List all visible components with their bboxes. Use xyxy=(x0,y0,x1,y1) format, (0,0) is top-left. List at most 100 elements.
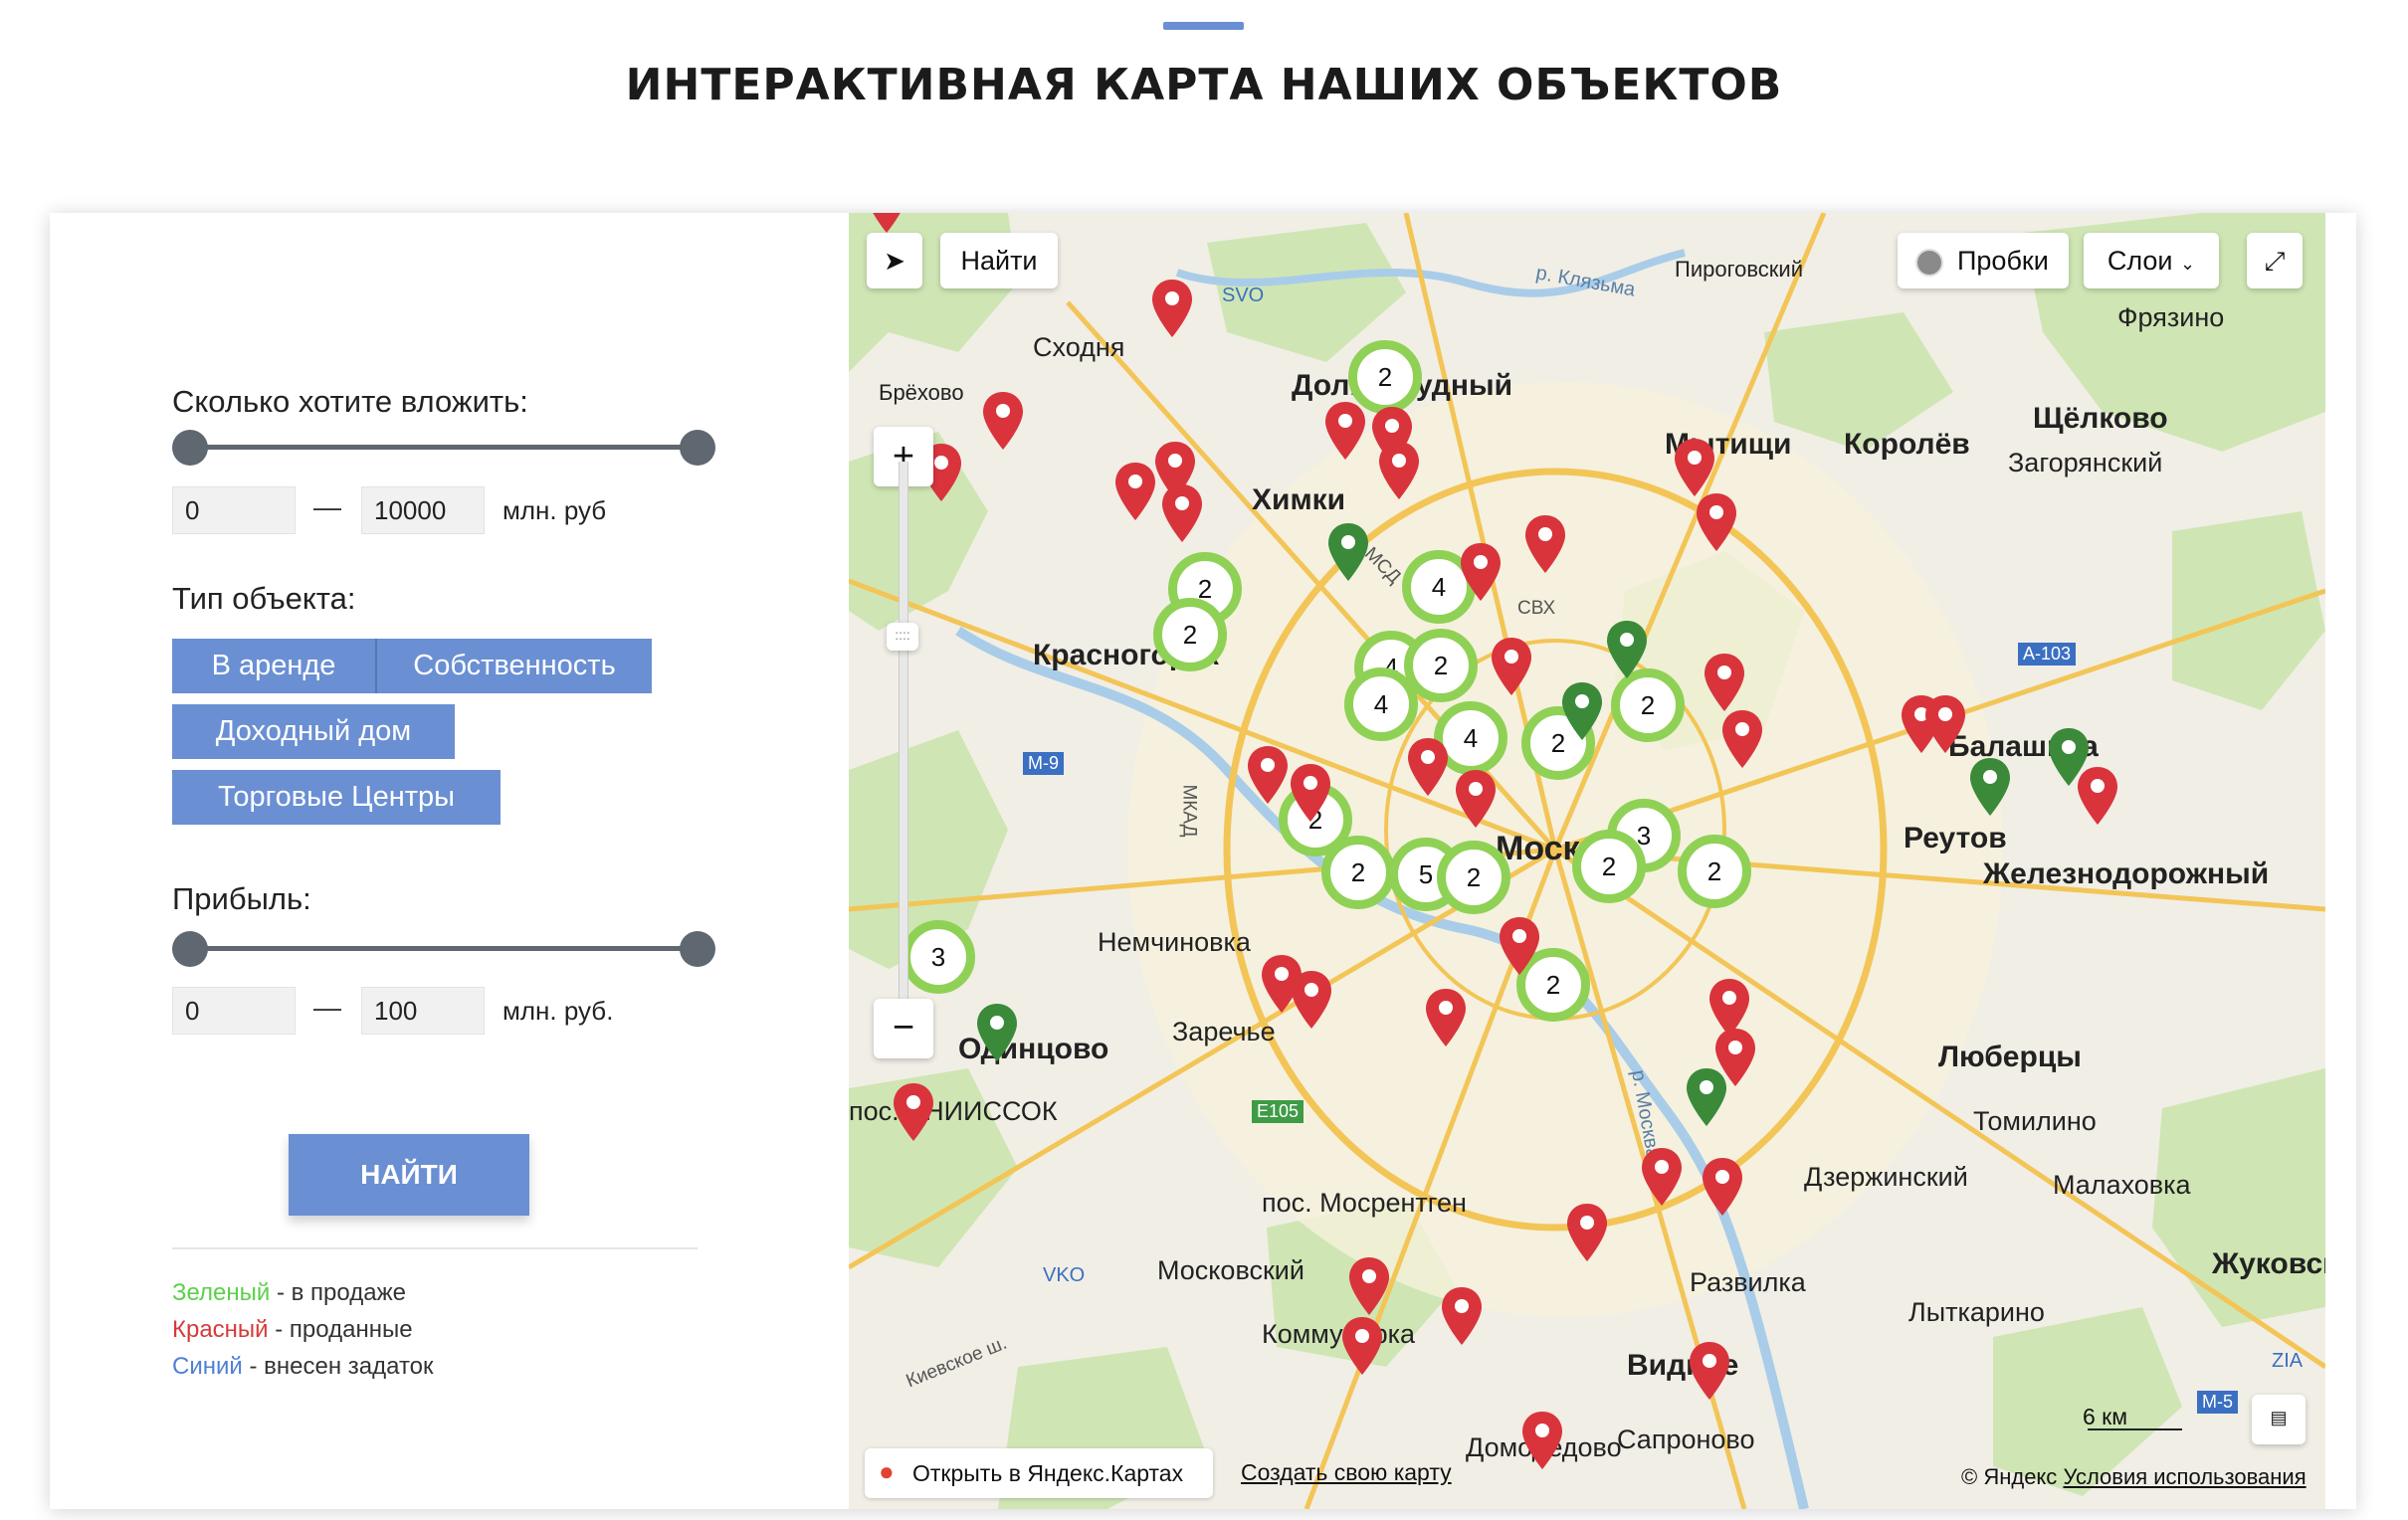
for-sale-object-pin[interactable] xyxy=(1605,619,1649,680)
place-lyubertsy: Люберцы xyxy=(1938,1041,2082,1073)
cluster-marker[interactable]: 4 xyxy=(1344,667,1418,741)
for-sale-object-pin[interactable] xyxy=(1560,680,1604,742)
sold-object-pin[interactable] xyxy=(981,390,1025,452)
place-moskovsky: Московский xyxy=(1157,1255,1304,1285)
page-title: ИНТЕРАКТИВНАЯ КАРТА НАШИХ ОБЪЕКТОВ xyxy=(625,60,1783,110)
sold-object-pin[interactable] xyxy=(1673,437,1716,498)
sold-object-pin[interactable] xyxy=(1290,969,1333,1031)
profit-range-slider[interactable] xyxy=(172,931,715,967)
road-e105-label: E105 xyxy=(1252,1100,1304,1123)
road-a103-label: A-103 xyxy=(2018,643,2077,665)
expand-icon: ⤢ xyxy=(2264,246,2286,276)
filter-panel: Сколько хотите вложить: — млн. руб Тип о… xyxy=(50,213,849,1509)
place-mosrentgen: пос. Мосрентген xyxy=(1262,1188,1467,1218)
legend-green: Зеленый - в продаже xyxy=(172,1279,406,1307)
invest-slider-track xyxy=(190,445,698,450)
sold-object-pin[interactable] xyxy=(1424,987,1468,1048)
profit-unit: млн. руб. xyxy=(502,996,614,1026)
place-khimki: Химки xyxy=(1252,483,1346,516)
sold-object-pin[interactable] xyxy=(1523,513,1567,575)
legend-blue-word: Синий xyxy=(172,1353,243,1380)
layers-dropdown[interactable]: Слои ⌄ xyxy=(2084,233,2219,288)
sold-object-pin[interactable] xyxy=(1720,708,1764,770)
open-in-yandex-maps-button[interactable]: ● Открыть в Яндекс.Картах xyxy=(865,1448,1213,1498)
sold-object-pin[interactable] xyxy=(1289,762,1332,824)
invest-slider-max-handle[interactable] xyxy=(680,430,715,466)
sold-object-pin[interactable] xyxy=(1377,440,1421,501)
place-zheleznodorozhny: Железнодорожный xyxy=(1983,857,2270,890)
search-button[interactable]: НАЙТИ xyxy=(289,1134,529,1216)
for-sale-object-pin[interactable] xyxy=(1685,1066,1728,1128)
sold-object-pin[interactable] xyxy=(1688,1340,1731,1402)
open-in-yandex-maps-label: Открыть в Яндекс.Картах xyxy=(912,1460,1184,1486)
invest-slider-min-handle[interactable] xyxy=(172,430,208,466)
for-sale-object-pin[interactable] xyxy=(975,1002,1019,1063)
terms-link[interactable]: Условия использования xyxy=(2063,1464,2306,1489)
sold-object-pin[interactable] xyxy=(1113,461,1157,522)
sold-object-pin[interactable] xyxy=(1459,541,1503,603)
sold-object-pin[interactable] xyxy=(1150,278,1194,339)
invest-min-input[interactable] xyxy=(172,486,296,534)
sold-object-pin[interactable] xyxy=(1406,736,1450,798)
sold-object-pin[interactable] xyxy=(892,1081,935,1143)
sold-object-pin[interactable] xyxy=(1246,744,1290,806)
sold-object-pin[interactable] xyxy=(1454,768,1498,830)
map-view[interactable]: Сходня Брёхово Долгопрудный Химки Мытищи… xyxy=(849,213,2325,1509)
copyright-text: © Яндекс xyxy=(1961,1464,2058,1489)
create-map-link[interactable]: Создать свою карту xyxy=(1241,1459,1452,1486)
map-find-button[interactable]: Найти xyxy=(940,233,1058,288)
invest-range-slider[interactable] xyxy=(172,430,715,466)
legend-green-word: Зеленый xyxy=(172,1279,271,1306)
for-sale-object-pin[interactable] xyxy=(1326,521,1370,583)
cluster-marker[interactable]: 2 xyxy=(1437,841,1510,914)
sold-object-pin[interactable] xyxy=(1923,693,1967,755)
type-income-house-button[interactable]: Доходный дом xyxy=(172,704,455,759)
profit-slider-max-handle[interactable] xyxy=(680,931,715,967)
invest-dash: — xyxy=(313,491,341,522)
zoom-slider-track[interactable] xyxy=(899,462,908,1039)
sold-object-pin[interactable] xyxy=(1565,1202,1609,1263)
sold-object-pin[interactable] xyxy=(1703,652,1746,713)
cluster-marker[interactable]: 3 xyxy=(902,920,975,994)
sold-object-pin[interactable] xyxy=(1640,1146,1684,1208)
type-shopping-centers-button[interactable]: Торговые Центры xyxy=(172,770,501,825)
type-ownership-button[interactable]: Собственность xyxy=(377,639,652,693)
sold-object-pin[interactable] xyxy=(1323,400,1367,462)
zoom-slider-handle[interactable]: :::: xyxy=(887,623,918,651)
place-brekhovo: Брёхово xyxy=(879,380,964,405)
sold-object-pin[interactable] xyxy=(1498,915,1541,977)
sold-object-pin[interactable] xyxy=(865,213,908,235)
legend-blue: Синий - внесен задаток xyxy=(172,1353,434,1381)
cluster-marker[interactable]: 2 xyxy=(1678,835,1751,908)
profit-min-input[interactable] xyxy=(172,987,296,1035)
invest-max-input[interactable] xyxy=(361,486,485,534)
title-accent-bar xyxy=(1163,22,1244,30)
profit-slider-min-handle[interactable] xyxy=(172,931,208,967)
sold-object-pin[interactable] xyxy=(1440,1285,1484,1347)
sold-object-pin[interactable] xyxy=(1520,1410,1564,1471)
sold-object-pin[interactable] xyxy=(1695,491,1738,553)
airport-vko-label: VKO xyxy=(1043,1264,1086,1286)
for-sale-object-pin[interactable] xyxy=(1968,756,2012,818)
type-rent-button[interactable]: В аренде xyxy=(172,639,377,693)
sold-object-pin[interactable] xyxy=(1701,1156,1744,1218)
fullscreen-button[interactable]: ⤢ xyxy=(2247,233,2303,288)
sold-object-pin[interactable] xyxy=(1340,1315,1384,1377)
sold-object-pin[interactable] xyxy=(1347,1255,1391,1317)
geolocation-button[interactable]: ➤ xyxy=(867,233,922,288)
cluster-marker[interactable]: 2 xyxy=(1572,830,1646,903)
zoom-out-button[interactable]: − xyxy=(874,999,933,1058)
ruler-button[interactable]: ▤ xyxy=(2252,1395,2306,1444)
place-kommunarka: Коммунарка xyxy=(1262,1319,1416,1349)
sold-object-pin[interactable] xyxy=(1160,482,1204,544)
profit-max-input[interactable] xyxy=(361,987,485,1035)
for-sale-object-pin[interactable] xyxy=(2047,726,2091,788)
cluster-marker[interactable]: 2 xyxy=(1321,836,1395,909)
place-pirogovsky: Пироговский xyxy=(1675,257,1803,282)
cluster-marker[interactable]: 2 xyxy=(1153,598,1227,671)
layers-label: Слои xyxy=(2107,246,2173,276)
traffic-button[interactable]: Пробки xyxy=(1898,233,2069,288)
place-tomilino: Томилино xyxy=(1973,1106,2097,1136)
place-vniissok: пос. ВНИИССОК xyxy=(849,1096,1058,1126)
sold-object-pin[interactable] xyxy=(1490,636,1533,697)
